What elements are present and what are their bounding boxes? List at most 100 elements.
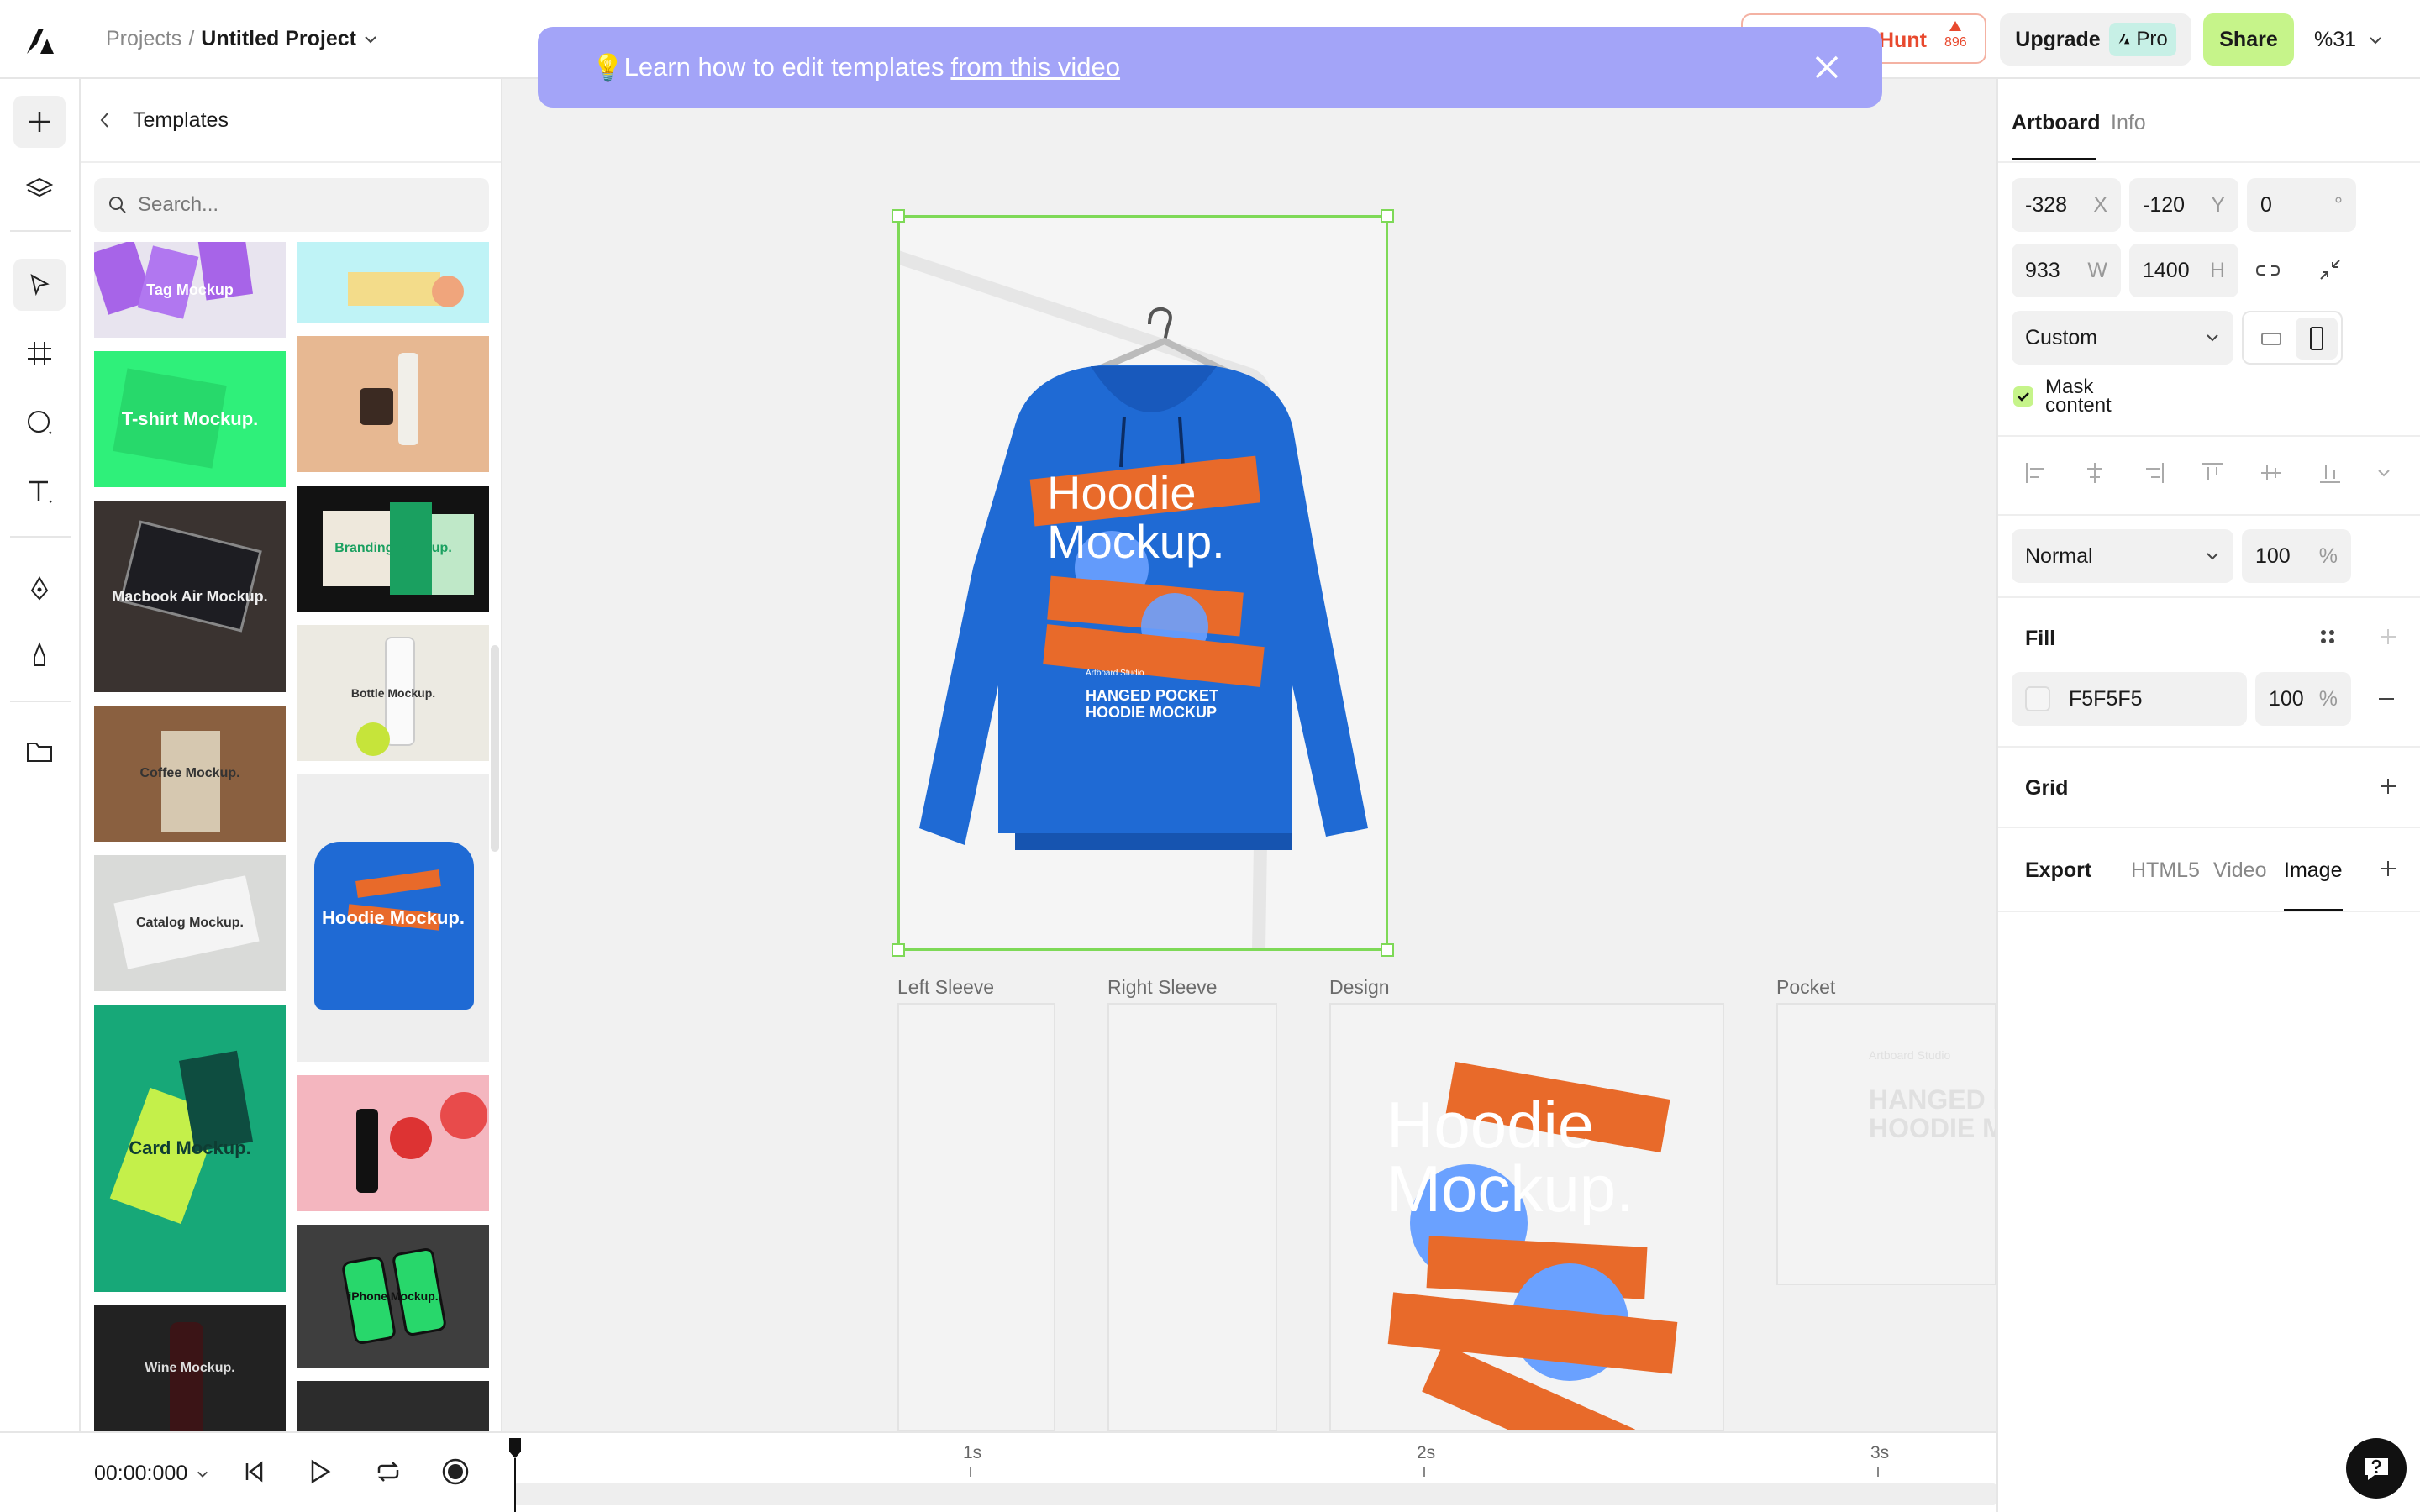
align-bottom-icon[interactable] <box>2317 460 2343 486</box>
portrait-button-active[interactable] <box>2296 318 2338 360</box>
export-tab-image[interactable]: Image <box>2284 858 2342 883</box>
cursor-icon <box>30 274 50 297</box>
close-icon[interactable] <box>1810 50 1844 84</box>
resize-handle-top-right[interactable] <box>1381 209 1394 223</box>
template-thumb-macaron[interactable] <box>297 242 489 323</box>
template-thumb-tag[interactable]: Tag Mockup <box>94 242 286 338</box>
add-fill-plus-icon[interactable] <box>2378 627 2398 647</box>
pencil-tool[interactable] <box>13 630 66 682</box>
banner-video-link[interactable]: from this video <box>950 52 1120 82</box>
timeline-ruler[interactable] <box>514 1431 1996 1512</box>
height-unit: H <box>2209 258 2225 282</box>
rotation-field[interactable]: 0 ° <box>2247 178 2356 232</box>
fit-content-icon[interactable] <box>2317 257 2343 282</box>
template-thumb-card[interactable]: Card Mockup. <box>94 1005 286 1292</box>
align-top-icon[interactable] <box>2200 460 2225 486</box>
resize-handle-bottom-right[interactable] <box>1381 943 1394 957</box>
text-tool[interactable] <box>13 465 66 517</box>
fill-opacity-field[interactable]: 100 % <box>2255 672 2351 726</box>
zoom-control[interactable]: %31 <box>2314 28 2383 52</box>
align-middle-v-icon[interactable] <box>2259 460 2284 486</box>
time-display[interactable]: 00:00:000 <box>94 1462 209 1486</box>
chevron-down-icon[interactable] <box>2376 465 2391 480</box>
play-button[interactable] <box>301 1453 338 1490</box>
y-field[interactable]: -120 Y <box>2129 178 2238 232</box>
tab-artboard[interactable]: Artboard <box>2012 111 2101 135</box>
template-thumb-coffee[interactable]: Coffee Mockup. <box>94 706 286 842</box>
template-thumb-wine[interactable]: Wine Mockup. <box>94 1305 286 1431</box>
template-thumb-hoodie[interactable]: Hoodie Mockup. <box>297 774 489 1062</box>
mask-content-checkbox[interactable] <box>2013 386 2033 407</box>
template-thumb-lipstick[interactable] <box>297 1075 489 1211</box>
template-thumb-iphone[interactable]: iPhone Mockup. <box>297 1225 489 1368</box>
templates-scrollbar[interactable] <box>491 645 499 852</box>
template-thumb-branding[interactable]: Branding Mockup. <box>297 486 489 612</box>
skip-to-start-button[interactable] <box>235 1453 272 1490</box>
layers-tool[interactable] <box>13 163 66 215</box>
sub-artboard-label-right-sleeve[interactable]: Right Sleeve <box>1107 976 1217 999</box>
fill-color-swatch[interactable] <box>2025 686 2050 711</box>
size-preset-select[interactable]: Custom <box>2012 311 2233 365</box>
sub-artboard-left-sleeve[interactable] <box>897 1003 1055 1431</box>
shape-tool[interactable] <box>13 396 66 449</box>
rail-divider <box>10 701 71 702</box>
select-tool[interactable] <box>13 259 66 311</box>
height-value: 1400 <box>2143 258 2190 282</box>
sub-artboard-label-design[interactable]: Design <box>1329 976 1390 999</box>
upgrade-button[interactable]: Upgrade Pro <box>2000 13 2191 66</box>
template-thumb-bottle[interactable]: Bottle Mockup. <box>297 625 489 761</box>
align-left-icon[interactable] <box>2023 460 2049 486</box>
sub-artboard-pocket[interactable]: Artboard Studio HANGED P HOODIE M <box>1776 1003 1996 1285</box>
fill-color-field[interactable]: F5F5F5 <box>2012 672 2247 726</box>
x-value: -328 <box>2025 192 2068 217</box>
template-thumb-cosmetics[interactable] <box>297 336 489 472</box>
pen-tool[interactable] <box>13 563 66 615</box>
search-box[interactable] <box>94 178 489 232</box>
assets-tool[interactable] <box>13 726 66 778</box>
fill-style-grid-icon[interactable] <box>2317 627 2338 647</box>
loop-button[interactable] <box>370 1453 407 1490</box>
add-grid-plus-icon[interactable] <box>2378 776 2398 796</box>
export-tab-video[interactable]: Video <box>2213 858 2267 883</box>
add-export-plus-icon[interactable] <box>2378 858 2398 879</box>
template-thumb-macbook[interactable]: Macbook Air Mockup. <box>94 501 286 692</box>
sub-artboard-design[interactable]: Hoodie Mockup. <box>1329 1003 1724 1431</box>
artboard-studio-logo-icon[interactable] <box>24 24 57 57</box>
record-button[interactable] <box>437 1453 474 1490</box>
remove-fill-minus-icon[interactable] <box>2376 689 2396 709</box>
search-input[interactable] <box>138 193 457 217</box>
align-right-icon[interactable] <box>2141 460 2166 486</box>
help-chat-button[interactable] <box>2346 1438 2407 1499</box>
frame-tool[interactable] <box>13 328 66 380</box>
artboard-selection-box[interactable] <box>892 209 1394 957</box>
export-tab-html5[interactable]: HTML5 <box>2131 858 2200 883</box>
project-name[interactable]: Untitled Project <box>201 27 356 51</box>
sub-artboard-right-sleeve[interactable] <box>1107 1003 1277 1431</box>
align-center-h-icon[interactable] <box>2082 460 2107 486</box>
link-proportions-icon[interactable] <box>2255 259 2281 282</box>
width-value: 933 <box>2025 258 2060 282</box>
template-thumb-tshirt[interactable]: T-shirt Mockup. <box>94 351 286 487</box>
add-tool[interactable] <box>13 96 66 148</box>
template-thumb-catalog[interactable]: Catalog Mockup. <box>94 855 286 991</box>
back-chevron-icon[interactable] <box>97 111 113 129</box>
share-button[interactable]: Share <box>2203 13 2294 66</box>
sub-artboard-label-pocket[interactable]: Pocket <box>1776 976 1835 999</box>
panel-divider <box>1998 435 2420 437</box>
landscape-icon[interactable] <box>2260 329 2282 348</box>
width-field[interactable]: 933 W <box>2012 244 2121 297</box>
opacity-field[interactable]: 100 % <box>2242 529 2351 583</box>
upgrade-label: Upgrade <box>2015 27 2101 51</box>
chevron-down-icon[interactable] <box>363 32 378 47</box>
playhead-marker[interactable] <box>509 1438 521 1512</box>
tab-info[interactable]: Info <box>2111 111 2146 135</box>
blend-mode-select[interactable]: Normal <box>2012 529 2233 583</box>
x-field[interactable]: -328 X <box>2012 178 2121 232</box>
breadcrumb-projects-link[interactable]: Projects <box>106 27 182 51</box>
template-thumb-dark[interactable] <box>297 1381 489 1431</box>
resize-handle-bottom-left[interactable] <box>892 943 905 957</box>
circle-icon <box>28 411 52 434</box>
sub-artboard-label-left-sleeve[interactable]: Left Sleeve <box>897 976 994 999</box>
height-field[interactable]: 1400 H <box>2129 244 2238 297</box>
resize-handle-top-left[interactable] <box>892 209 905 223</box>
